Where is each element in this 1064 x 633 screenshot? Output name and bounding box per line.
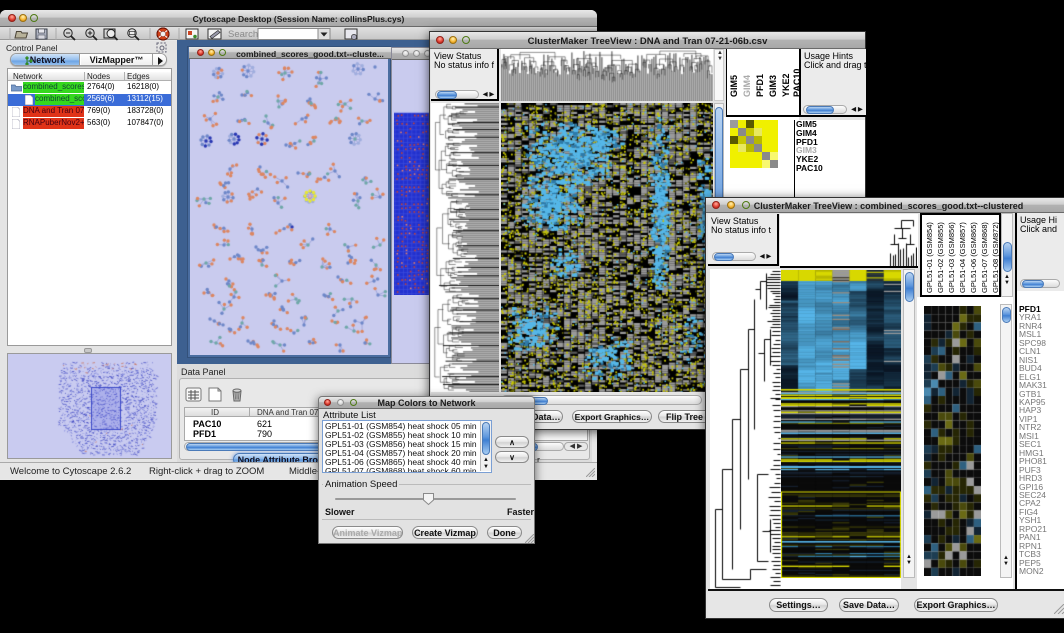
svg-text:Search:: Search: <box>228 29 261 40</box>
